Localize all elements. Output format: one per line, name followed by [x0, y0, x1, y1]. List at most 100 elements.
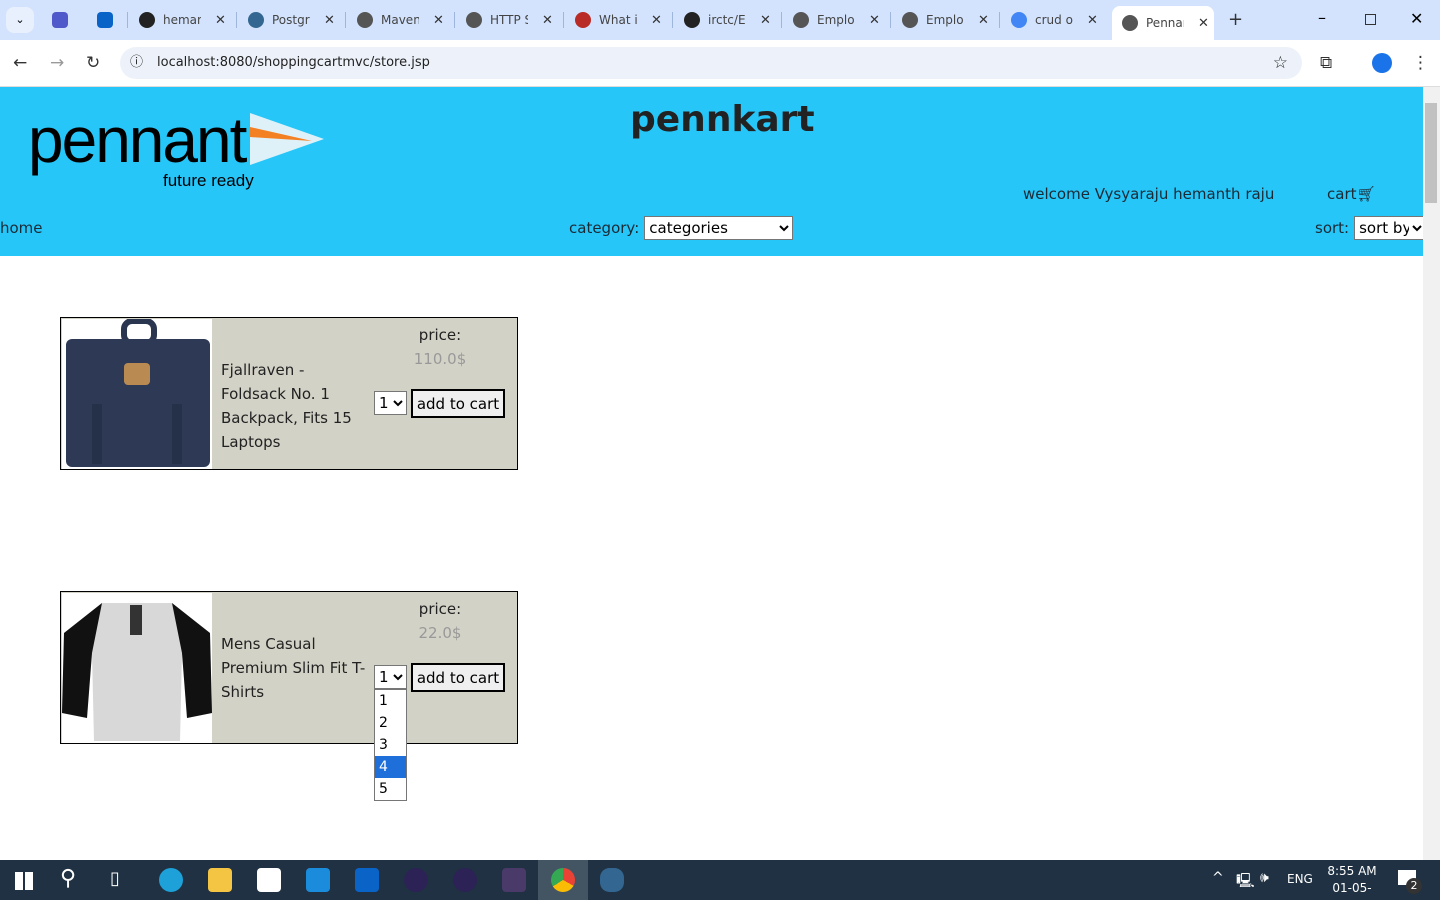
close-window-button[interactable]: ✕	[1410, 9, 1423, 28]
site-info-icon[interactable]: ⓘ	[130, 47, 143, 79]
browser-tab[interactable]: Employ ✕	[892, 7, 992, 33]
tab-separator	[345, 12, 346, 28]
clock[interactable]: 8:55 AM 01-05-2024	[1320, 863, 1384, 914]
back-icon[interactable]: ←	[13, 53, 27, 73]
date: 01-05-2024	[1332, 881, 1372, 912]
eclipse-icon[interactable]	[453, 868, 477, 892]
tab-title: crud op	[1035, 13, 1073, 27]
store-icon[interactable]	[257, 868, 281, 892]
browser-tab[interactable]: irctc/Er ✕	[674, 7, 774, 33]
globe-icon	[793, 12, 809, 28]
bookmark-star-icon[interactable]: ☆	[1273, 47, 1288, 79]
quantity-option[interactable]: 2	[375, 712, 406, 734]
java-ee-ide-icon[interactable]	[502, 868, 526, 892]
tab-title: Employ	[817, 13, 855, 27]
search-icon[interactable]: ⚲	[60, 866, 76, 891]
quantity-option[interactable]: 5	[375, 778, 406, 800]
browser-tab[interactable]: Pennar ✕	[1112, 6, 1214, 40]
network-icon[interactable]: 🖳︎	[1236, 870, 1255, 894]
price-value: 110.0$	[413, 350, 467, 368]
volume-icon[interactable]: 🕪︎	[1260, 870, 1269, 886]
quantity-dropdown-list: 1 2 3 4 5	[374, 689, 407, 801]
outlook-pinned-tab[interactable]	[97, 12, 113, 28]
category-label: category:	[569, 219, 640, 237]
browser-tab[interactable]: crud op ✕	[1001, 7, 1101, 33]
browser-tab[interactable]: Employ ✕	[783, 7, 883, 33]
browser-tab[interactable]: What is ✕	[565, 7, 665, 33]
close-tab-icon[interactable]: ✕	[1198, 16, 1209, 31]
extensions-icon[interactable]: ⧉	[1320, 53, 1332, 73]
chrome-icon[interactable]	[551, 868, 575, 892]
close-tab-icon[interactable]: ✕	[869, 13, 880, 28]
tab-separator	[999, 12, 1000, 28]
start-button[interactable]	[15, 872, 33, 890]
close-tab-icon[interactable]: ✕	[760, 13, 771, 28]
windows-taskbar: ⚲ ▯ ^ 🖳︎ 🕪︎ ENG 8:55 AM 01-05-2024 2	[0, 860, 1440, 912]
product-card: Mens Casual Premium Slim Fit T-Shirts pr…	[60, 591, 518, 744]
close-tab-icon[interactable]: ✕	[1087, 13, 1098, 28]
sort-select[interactable]: sort by	[1354, 216, 1427, 240]
quantity-option[interactable]: 1	[375, 690, 406, 712]
minimize-button[interactable]: –	[1318, 8, 1326, 27]
github-icon	[684, 12, 700, 28]
home-link[interactable]: home	[0, 219, 43, 237]
notification-count: 2	[1406, 878, 1422, 894]
postgres-icon	[248, 12, 264, 28]
globe-icon	[902, 12, 918, 28]
page-scrollbar[interactable]	[1423, 87, 1440, 860]
globe-icon	[1122, 15, 1138, 31]
edge-icon[interactable]	[159, 868, 183, 892]
close-tab-icon[interactable]: ✕	[978, 13, 989, 28]
menu-icon[interactable]: ⋮	[1412, 53, 1429, 73]
show-hidden-icons[interactable]: ^	[1212, 870, 1224, 886]
close-tab-icon[interactable]: ✕	[324, 13, 335, 28]
tab-title: Employ	[926, 13, 964, 27]
close-tab-icon[interactable]: ✕	[651, 13, 662, 28]
forward-icon[interactable]: →	[50, 53, 64, 73]
task-view-icon[interactable]: ▯	[110, 868, 120, 889]
teams-pinned-tab[interactable]	[52, 12, 68, 28]
profile-avatar[interactable]	[1372, 53, 1392, 73]
browser-tab[interactable]: HTTP S ✕	[456, 7, 556, 33]
mail-icon[interactable]	[306, 868, 330, 892]
outlook-icon[interactable]	[355, 868, 379, 892]
browser-tab[interactable]: Maven ✕	[347, 7, 447, 33]
tab-search-button[interactable]: ⌄	[6, 7, 34, 33]
quantity-option[interactable]: 3	[375, 734, 406, 756]
file-explorer-icon[interactable]	[208, 868, 232, 892]
tab-title: irctc/Er	[708, 13, 746, 27]
restore-button[interactable]	[1365, 14, 1376, 25]
pgadmin-icon[interactable]	[600, 868, 624, 892]
scrollbar-thumb[interactable]	[1425, 103, 1437, 203]
eclipse-icon[interactable]	[404, 868, 428, 892]
quantity-select[interactable]: 1	[374, 665, 407, 689]
cart-link[interactable]: cart🛒︎	[1327, 185, 1376, 203]
reload-icon[interactable]: ↻	[86, 53, 100, 73]
logo-text: pennant	[28, 104, 247, 176]
browser-tab[interactable]: heman ✕	[129, 7, 229, 33]
tab-title: Maven	[381, 13, 419, 27]
url-input[interactable]: ⓘ localhost:8080/shoppingcartmvc/store.j…	[120, 47, 1302, 79]
quantity-select[interactable]: 1	[374, 391, 407, 415]
new-tab-button[interactable]: +	[1228, 9, 1243, 30]
language-indicator[interactable]: ENG	[1287, 872, 1313, 886]
tab-title: Pennar	[1146, 16, 1184, 30]
globe-icon	[466, 12, 482, 28]
add-to-cart-button[interactable]: add to cart	[411, 389, 505, 418]
pennant-flag-icon	[250, 113, 324, 165]
github-icon	[139, 12, 155, 28]
sort-label: sort:	[1315, 219, 1350, 237]
product-name: Mens Casual Premium Slim Fit T-Shirts	[221, 635, 366, 701]
url-text: localhost:8080/shoppingcartmvc/store.jsp	[157, 55, 430, 70]
address-bar-row: ← → ↻ ⓘ localhost:8080/shoppingcartmvc/s…	[0, 40, 1440, 87]
product-image-tshirt	[62, 593, 212, 743]
category-select[interactable]: categories	[644, 216, 794, 240]
close-tab-icon[interactable]: ✕	[542, 13, 553, 28]
browser-tab[interactable]: Postgre ✕	[238, 7, 338, 33]
close-tab-icon[interactable]: ✕	[215, 13, 226, 28]
tab-separator	[672, 12, 673, 28]
quantity-option-highlighted[interactable]: 4	[375, 756, 406, 778]
add-to-cart-button[interactable]: add to cart	[411, 663, 505, 692]
close-tab-icon[interactable]: ✕	[433, 13, 444, 28]
tab-separator	[127, 12, 128, 28]
